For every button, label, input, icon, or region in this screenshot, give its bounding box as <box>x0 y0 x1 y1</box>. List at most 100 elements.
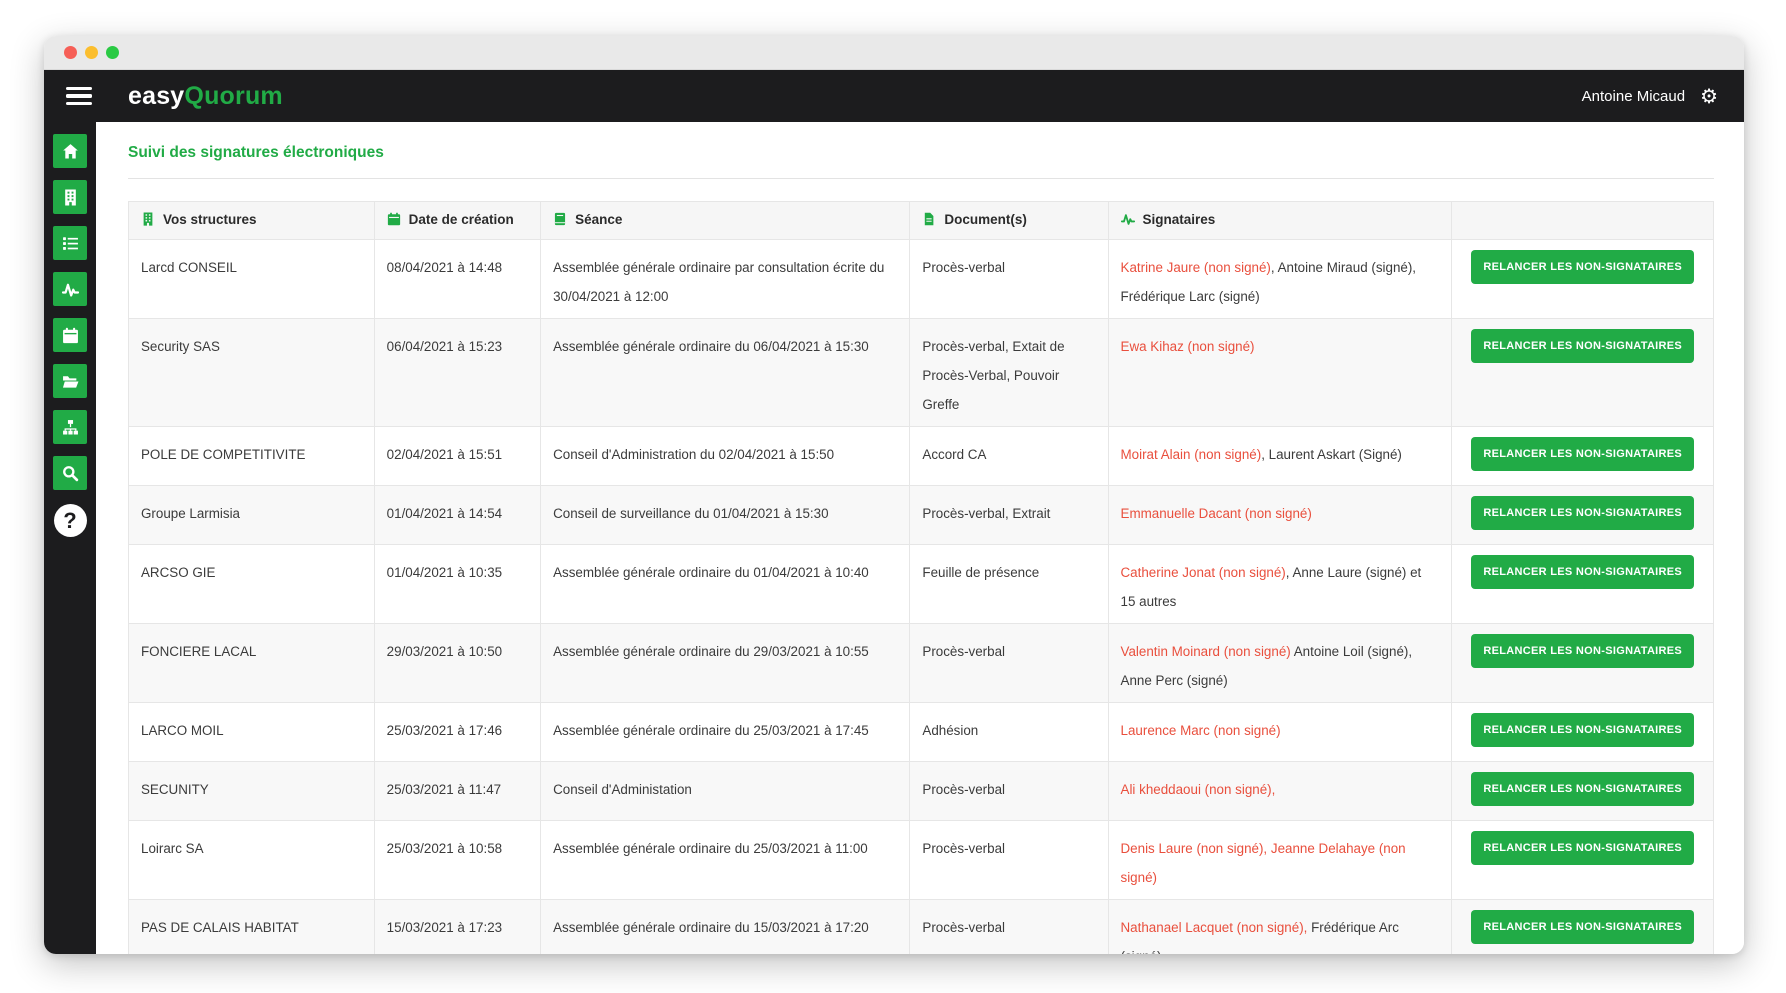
window-body: ? Suivi des signatures électroniques Vos… <box>44 122 1744 954</box>
maximize-window-button[interactable] <box>106 46 119 59</box>
cell-date: 01/04/2021 à 14:54 <box>374 486 540 545</box>
help-icon[interactable]: ? <box>54 504 87 537</box>
signataire-unsigned: Ewa Kihaz (non signé) <box>1121 339 1255 354</box>
sidebar-item-calendar[interactable] <box>53 318 87 352</box>
signataire-unsigned: Moirat Alain (non signé) <box>1121 447 1262 462</box>
book-icon <box>553 212 567 229</box>
cell-documents: Procès-verbal <box>910 821 1108 900</box>
navbar-right: Antoine Micaud ⚙ <box>1582 86 1718 106</box>
cell-date: 25/03/2021 à 11:47 <box>374 762 540 821</box>
folder-open-icon <box>62 373 79 390</box>
cell-structure: Loirarc SA <box>129 821 375 900</box>
table-row: POLE DE COMPETITIVITE02/04/2021 à 15:51C… <box>129 427 1714 486</box>
column-header-vos-structures: Vos structures <box>129 202 375 240</box>
window-titlebar <box>44 36 1744 70</box>
title-divider <box>128 178 1714 179</box>
cell-signataires: Moirat Alain (non signé), Laurent Askart… <box>1108 427 1452 486</box>
cell-seance: Assemblée générale ordinaire du 25/03/20… <box>541 703 910 762</box>
user-name[interactable]: Antoine Micaud <box>1582 88 1685 105</box>
logo-easy-text: easy <box>128 82 184 110</box>
table-row: Loirarc SA25/03/2021 à 10:58Assemblée gé… <box>129 821 1714 900</box>
table-row: SECUNITY25/03/2021 à 11:47Conseil d'Admi… <box>129 762 1714 821</box>
relancer-non-signataires-button[interactable]: RELANCER LES NON-SIGNATAIRES <box>1471 437 1694 471</box>
sidebar-item-list[interactable] <box>53 226 87 260</box>
page-title: Suivi des signatures électroniques <box>128 144 1714 162</box>
sidebar-item-home[interactable] <box>53 134 87 168</box>
calendar-icon <box>387 212 401 229</box>
signatures-table: Vos structuresDate de créationSéanceDocu… <box>128 201 1714 954</box>
signataire-unsigned: Nathanael Lacquet (non signé), <box>1121 920 1308 935</box>
calendar-icon <box>62 327 79 344</box>
minimize-window-button[interactable] <box>85 46 98 59</box>
cell-action: RELANCER LES NON-SIGNATAIRES <box>1452 486 1714 545</box>
cell-structure: SECUNITY <box>129 762 375 821</box>
table-row: ARCSO GIE01/04/2021 à 10:35Assemblée gén… <box>129 545 1714 624</box>
sidebar-item-search[interactable] <box>53 456 87 490</box>
signataire-unsigned: Laurence Marc (non signé) <box>1121 723 1281 738</box>
cell-action: RELANCER LES NON-SIGNATAIRES <box>1452 762 1714 821</box>
cell-documents: Procès-verbal <box>910 762 1108 821</box>
signature-icon <box>62 281 79 298</box>
relancer-non-signataires-button[interactable]: RELANCER LES NON-SIGNATAIRES <box>1471 555 1694 589</box>
relancer-non-signataires-button[interactable]: RELANCER LES NON-SIGNATAIRES <box>1471 496 1694 530</box>
cell-action: RELANCER LES NON-SIGNATAIRES <box>1452 900 1714 955</box>
relancer-non-signataires-button[interactable]: RELANCER LES NON-SIGNATAIRES <box>1471 634 1694 668</box>
app-logo[interactable]: easyQuorum <box>128 82 283 111</box>
relancer-non-signataires-button[interactable]: RELANCER LES NON-SIGNATAIRES <box>1471 772 1694 806</box>
cell-action: RELANCER LES NON-SIGNATAIRES <box>1452 319 1714 427</box>
cell-action: RELANCER LES NON-SIGNATAIRES <box>1452 427 1714 486</box>
cell-structure: ARCSO GIE <box>129 545 375 624</box>
hamburger-menu-icon[interactable] <box>66 87 92 105</box>
cell-seance: Conseil de surveillance du 01/04/2021 à … <box>541 486 910 545</box>
cell-structure: Larcd CONSEIL <box>129 240 375 319</box>
relancer-non-signataires-button[interactable]: RELANCER LES NON-SIGNATAIRES <box>1471 250 1694 284</box>
cell-action: RELANCER LES NON-SIGNATAIRES <box>1452 545 1714 624</box>
cell-action: RELANCER LES NON-SIGNATAIRES <box>1452 821 1714 900</box>
relancer-non-signataires-button[interactable]: RELANCER LES NON-SIGNATAIRES <box>1471 831 1694 865</box>
cell-action: RELANCER LES NON-SIGNATAIRES <box>1452 240 1714 319</box>
sidebar-item-signatures[interactable] <box>53 272 87 306</box>
file-icon <box>922 212 936 229</box>
cell-structure: LARCO MOIL <box>129 703 375 762</box>
sidebar-item-structures[interactable] <box>53 180 87 214</box>
signature-icon <box>1121 212 1135 229</box>
cell-signataires: Emmanuelle Dacant (non signé) <box>1108 486 1452 545</box>
sidebar-item-documents[interactable] <box>53 364 87 398</box>
table-row: PAS DE CALAIS HABITAT15/03/2021 à 17:23A… <box>129 900 1714 955</box>
signataire-unsigned: Valentin Moinard (non signé) <box>1121 644 1291 659</box>
relancer-non-signataires-button[interactable]: RELANCER LES NON-SIGNATAIRES <box>1471 910 1694 944</box>
signataire-unsigned: Denis Laure (non signé), Jeanne Delahaye… <box>1121 841 1406 885</box>
column-header-actions <box>1452 202 1714 240</box>
cell-signataires: Nathanael Lacquet (non signé), Frédériqu… <box>1108 900 1452 955</box>
building-icon <box>62 189 79 206</box>
column-header-s-ance: Séance <box>541 202 910 240</box>
cell-documents: Accord CA <box>910 427 1108 486</box>
relancer-non-signataires-button[interactable]: RELANCER LES NON-SIGNATAIRES <box>1471 713 1694 747</box>
signataire-unsigned: Katrine Jaure (non signé) <box>1121 260 1271 275</box>
cell-date: 25/03/2021 à 10:58 <box>374 821 540 900</box>
cell-signataires: Catherine Jonat (non signé), Anne Laure … <box>1108 545 1452 624</box>
signataire-signed: , Laurent Askart (Signé) <box>1261 447 1402 462</box>
cell-seance: Assemblée générale ordinaire du 15/03/20… <box>541 900 910 955</box>
cell-date: 02/04/2021 à 15:51 <box>374 427 540 486</box>
cell-date: 08/04/2021 à 14:48 <box>374 240 540 319</box>
sidebar-item-organization[interactable] <box>53 410 87 444</box>
cell-documents: Adhésion <box>910 703 1108 762</box>
sitemap-icon <box>62 419 79 436</box>
cell-signataires: Denis Laure (non signé), Jeanne Delahaye… <box>1108 821 1452 900</box>
cell-documents: Procès-verbal, Extait de Procès-Verbal, … <box>910 319 1108 427</box>
sidebar: ? <box>44 122 96 954</box>
cell-seance: Assemblée générale ordinaire du 01/04/20… <box>541 545 910 624</box>
cell-structure: Security SAS <box>129 319 375 427</box>
relancer-non-signataires-button[interactable]: RELANCER LES NON-SIGNATAIRES <box>1471 329 1694 363</box>
close-window-button[interactable] <box>64 46 77 59</box>
cell-structure: POLE DE COMPETITIVITE <box>129 427 375 486</box>
gear-icon[interactable]: ⚙ <box>1700 86 1718 106</box>
signataire-unsigned: Ali kheddaoui (non signé), <box>1121 782 1276 797</box>
column-header-date-de-cr-ation: Date de création <box>374 202 540 240</box>
cell-date: 29/03/2021 à 10:50 <box>374 624 540 703</box>
cell-signataires: Katrine Jaure (non signé), Antoine Mirau… <box>1108 240 1452 319</box>
column-header-signataires: Signataires <box>1108 202 1452 240</box>
signataire-unsigned: Catherine Jonat (non signé) <box>1121 565 1286 580</box>
table-row: Larcd CONSEIL08/04/2021 à 14:48Assemblée… <box>129 240 1714 319</box>
